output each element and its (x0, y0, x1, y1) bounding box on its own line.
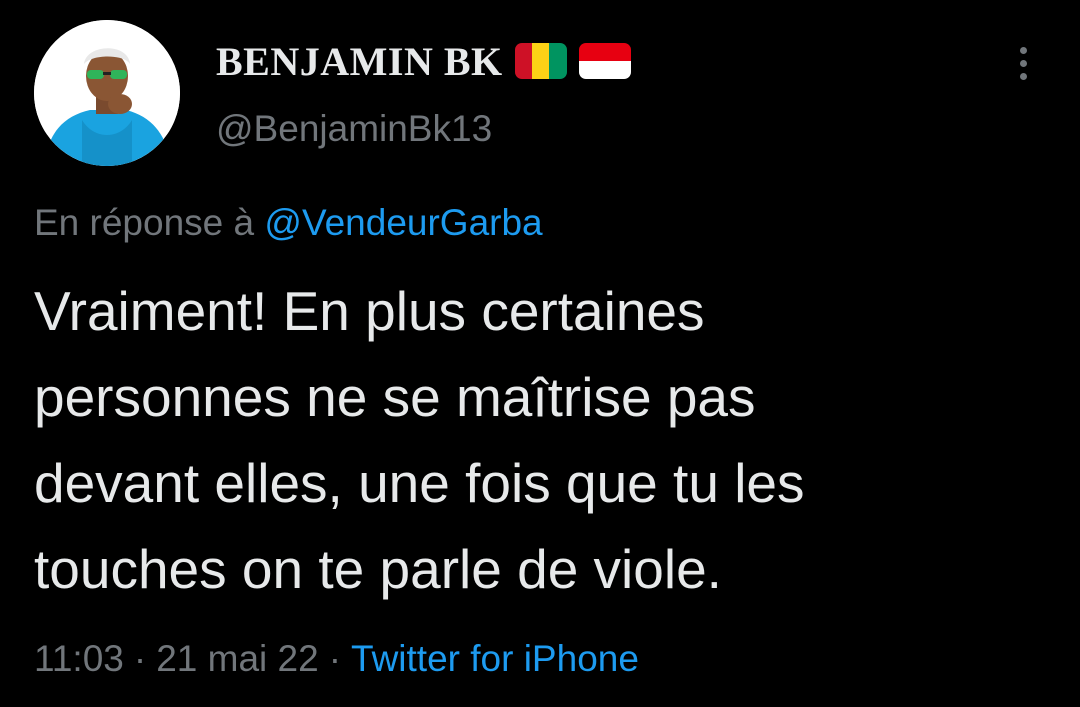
tweet-meta: 11:03 · 21 mai 22 · Twitter for iPhone (34, 638, 639, 680)
tweet-text-line: personnes ne se maîtrise pas (34, 366, 756, 428)
reply-to-handle-link[interactable]: @VendeurGarba (264, 202, 542, 243)
display-name-row: BENJAMIN BK (216, 36, 631, 86)
reply-context: En réponse à @VendeurGarba (34, 202, 543, 244)
guinea-flag-icon (514, 43, 567, 79)
tweet-source-link[interactable]: Twitter for iPhone (351, 638, 639, 679)
display-name[interactable]: BENJAMIN BK (216, 38, 503, 85)
tweet-time: 11:03 (34, 638, 124, 679)
more-dot (1019, 46, 1027, 54)
tweet: BENJAMIN BK @BenjaminBk13 En réponse à @… (0, 0, 1080, 707)
reply-prefix: En réponse à (34, 202, 255, 243)
indonesia-flag-icon (578, 43, 631, 79)
more-vertical-icon[interactable] (1008, 40, 1038, 86)
more-dot (1019, 59, 1027, 67)
user-handle[interactable]: @BenjaminBk13 (216, 108, 492, 150)
profile-photo-icon (34, 20, 180, 166)
more-dot (1019, 72, 1027, 80)
tweet-text: Vraiment! En plus certaines personnes ne… (34, 268, 1044, 612)
meta-separator: · (328, 638, 342, 679)
tweet-text-line: Vraiment! En plus certaines (34, 280, 705, 342)
tweet-text-line: touches on te parle de viole. (34, 538, 722, 600)
tweet-date: 21 mai 22 (156, 638, 319, 679)
meta-separator: · (133, 638, 147, 679)
tweet-text-line: devant elles, une fois que tu les (34, 452, 805, 514)
avatar[interactable] (34, 20, 180, 166)
